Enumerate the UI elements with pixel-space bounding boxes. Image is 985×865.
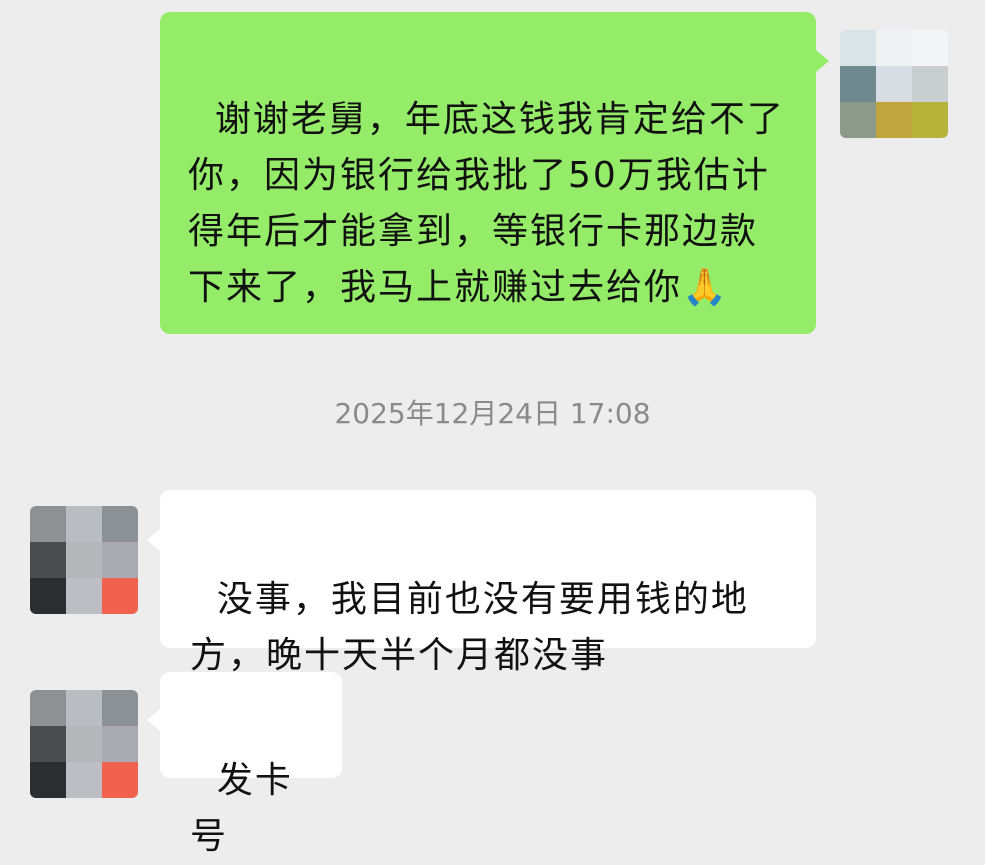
received-message-bubble[interactable]: 没事，我目前也没有要用钱的地方，晚十天半个月都没事	[160, 490, 816, 676]
sent-message-bubble[interactable]: 谢谢老舅，年底这钱我肯定给不了你，因为银行给我批了50万我估计得年后才能拿到，等…	[160, 12, 816, 334]
sent-bubble-tail	[816, 50, 829, 72]
received-message-bubble[interactable]: 发卡号	[160, 672, 342, 857]
received-message-text: 没事，我目前也没有要用钱的地方，晚十天半个月都没事	[190, 579, 749, 676]
contact-avatar[interactable]	[30, 506, 138, 614]
received-message-text: 发卡号	[190, 760, 293, 857]
received-bubble-tail	[147, 709, 160, 731]
contact-avatar[interactable]	[30, 690, 138, 798]
chat-timestamp: 2025年12月24日 17:08	[334, 397, 651, 430]
sender-avatar[interactable]	[840, 30, 948, 138]
received-bubble-tail	[147, 529, 160, 551]
sent-message-text: 谢谢老舅，年底这钱我肯定给不了你，因为银行给我批了50万我估计得年后才能拿到，等…	[188, 99, 785, 308]
